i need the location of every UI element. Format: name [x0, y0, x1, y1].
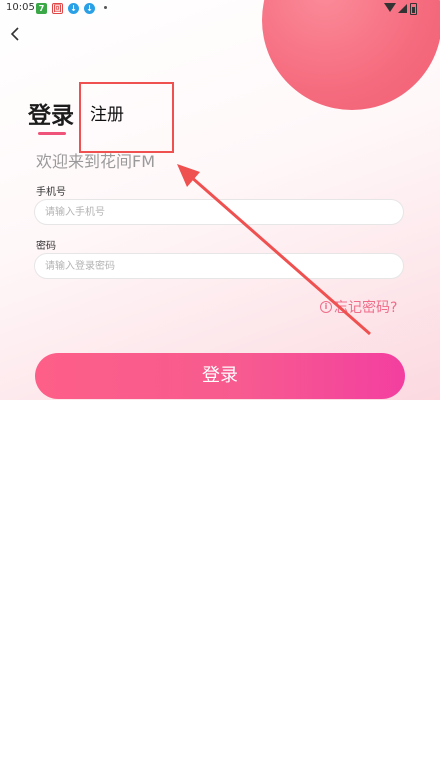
- annotation-arrow: [177, 164, 371, 336]
